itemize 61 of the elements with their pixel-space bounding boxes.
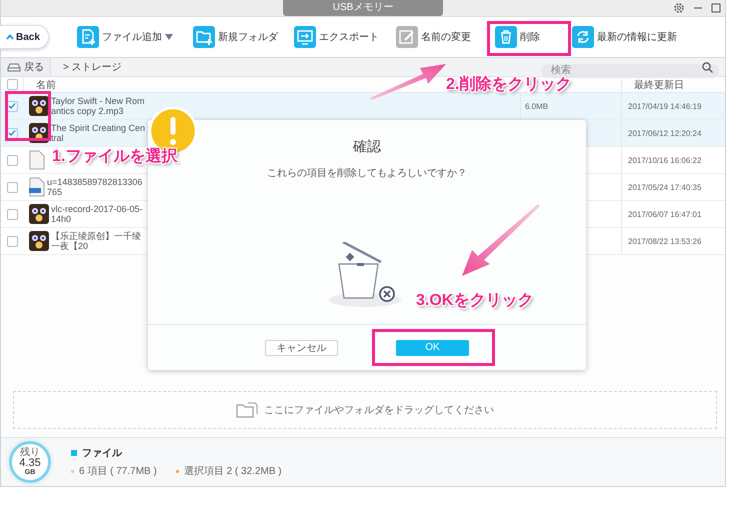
document-icon [29, 150, 45, 170]
toolbar-button[interactable]: 削除 [495, 26, 540, 48]
back-button[interactable]: Back [0, 25, 49, 49]
modified-date: 2017/08/22 13:53:26 [628, 236, 702, 246]
selection-count: 選択項目 2 ( 32.2MB ) [184, 465, 282, 478]
checkbox[interactable] [6, 154, 18, 166]
settings-icon[interactable] [673, 2, 685, 14]
edit-icon [396, 26, 418, 48]
search-field[interactable]: 検索 [541, 64, 719, 78]
folder-icon [236, 402, 258, 418]
file-size: 6.0MB [525, 102, 548, 110]
toolbar-button[interactable]: 最新の情報に更新 [572, 26, 677, 48]
media-file-icon [29, 96, 49, 116]
media-file-icon [29, 204, 49, 224]
legend-dot [71, 470, 74, 472]
file-name: u=14838589782813306765 [47, 177, 143, 197]
modified-date: 2017/10/16 16:06:22 [628, 156, 702, 164]
toolbar-button[interactable]: ファイル追加 [77, 26, 173, 48]
dialog-message: これらの項目を削除してもよろしいですか？ [267, 166, 467, 180]
file-name: Taylor Swift - New Romantics copy 2.mp3 [51, 96, 146, 116]
column-header[interactable]: 最終更新日 [634, 80, 684, 90]
refresh-icon [572, 26, 594, 48]
drop-zone[interactable]: ここにファイルやフォルダをドラッグしてください [13, 391, 717, 429]
checkbox[interactable] [6, 182, 18, 192]
image-file-icon [29, 177, 45, 197]
legend-swatch [71, 450, 77, 456]
file-row[interactable]: Taylor Swift - New Romantics copy 2.mp3 6.0MB 2017/04/19 14:46:19 [1, 93, 725, 120]
search-icon[interactable] [702, 62, 713, 72]
toolbar-button[interactable]: エクスポート [294, 26, 379, 48]
step-label: 2.削除をクリック [446, 74, 572, 95]
column-header[interactable]: 名前 [36, 80, 56, 90]
cancel-button[interactable]: キャンセル [265, 340, 338, 356]
modified-date: 2017/06/07 16:47:01 [628, 210, 702, 218]
legend-label: ファイル [82, 447, 122, 460]
checkbox[interactable] [6, 79, 18, 90]
modified-date: 2017/06/12 12:20:24 [628, 128, 702, 138]
drop-hint: ここにファイルやフォルダをドラッグしてください [264, 404, 494, 417]
trash-icon [495, 26, 517, 48]
file-name: The Spirit Creating Central [51, 123, 146, 143]
window-title: USBメモリー [283, 0, 443, 16]
step-label: 1.ファイルを選択 [52, 146, 178, 167]
maximize-icon[interactable] [711, 3, 721, 13]
media-file-icon [29, 231, 49, 251]
modified-date: 2017/04/19 14:46:19 [628, 102, 702, 110]
file-plus-icon [77, 26, 99, 48]
file-name: 【乐正绫原创】一千绫一夜【20 [51, 231, 142, 251]
checkbox[interactable] [6, 236, 18, 246]
folder-plus-icon [193, 26, 215, 48]
highlight-frame [5, 91, 51, 141]
dialog-title: 確認 [353, 138, 381, 156]
drive-icon [7, 62, 21, 72]
checkbox[interactable] [6, 208, 18, 220]
modified-date: 2017/05/24 17:40:35 [628, 182, 702, 192]
breadcrumb-path[interactable]: > ストレージ [63, 60, 541, 74]
step-label: 3.OKをクリック [416, 291, 534, 311]
legend-dot [176, 470, 179, 472]
file-name: vlc-record-2017-06-05-14h0 [51, 204, 144, 224]
toolbar-button[interactable]: 新規フォルダ [193, 26, 278, 48]
chevron-up-icon [6, 33, 14, 41]
back-button[interactable]: 戻る [1, 58, 51, 76]
item-count: 6 項目 ( 77.7MB ) [79, 465, 157, 478]
